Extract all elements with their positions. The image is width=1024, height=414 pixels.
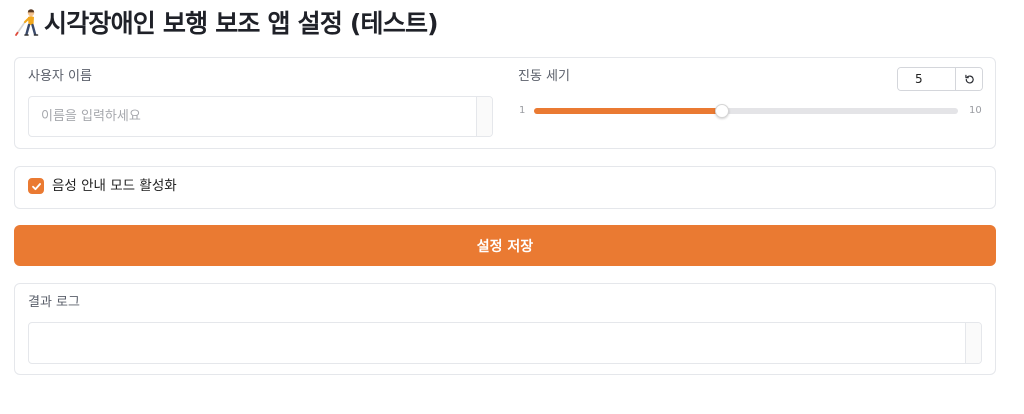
vibration-label: 진동 세기: [518, 69, 570, 84]
vibration-slider-thumb[interactable]: [715, 104, 730, 118]
vibration-number-box: [897, 67, 983, 91]
username-input[interactable]: [29, 97, 476, 136]
voice-guide-label[interactable]: 음성 안내 모드 활성화: [52, 177, 177, 195]
vibration-slider[interactable]: [534, 104, 958, 118]
result-log-textarea[interactable]: [29, 323, 965, 363]
username-scroll-gutter: [476, 97, 492, 136]
voice-guide-checkbox[interactable]: [28, 178, 44, 194]
vibration-number-input[interactable]: [898, 68, 955, 90]
vibration-slider-max-label: 10: [969, 105, 982, 116]
result-log-label: 결과 로그: [28, 295, 80, 310]
voice-guide-panel: 음성 안내 모드 활성화: [14, 166, 996, 209]
vibration-slider-min-label: 1: [519, 105, 526, 116]
vibration-reset-button[interactable]: [955, 68, 982, 90]
page-header: 시각장애인 보행 보조 앱 설정 (테스트): [12, 5, 439, 39]
username-label: 사용자 이름: [28, 69, 92, 84]
username-field: [28, 96, 493, 137]
result-log-scroll-gutter: [965, 323, 981, 363]
result-log-field: [28, 322, 982, 364]
settings-panel: 사용자 이름 진동 세기 1 10: [14, 57, 996, 149]
person-with-white-cane-icon: [15, 9, 39, 36]
result-log-panel: 결과 로그: [14, 283, 996, 375]
check-icon: [31, 182, 41, 190]
reset-icon: [964, 74, 974, 84]
page-title: 시각장애인 보행 보조 앱 설정 (테스트): [44, 9, 439, 38]
vibration-slider-fill: [534, 108, 723, 114]
save-settings-button[interactable]: 설정 저장: [14, 225, 996, 266]
